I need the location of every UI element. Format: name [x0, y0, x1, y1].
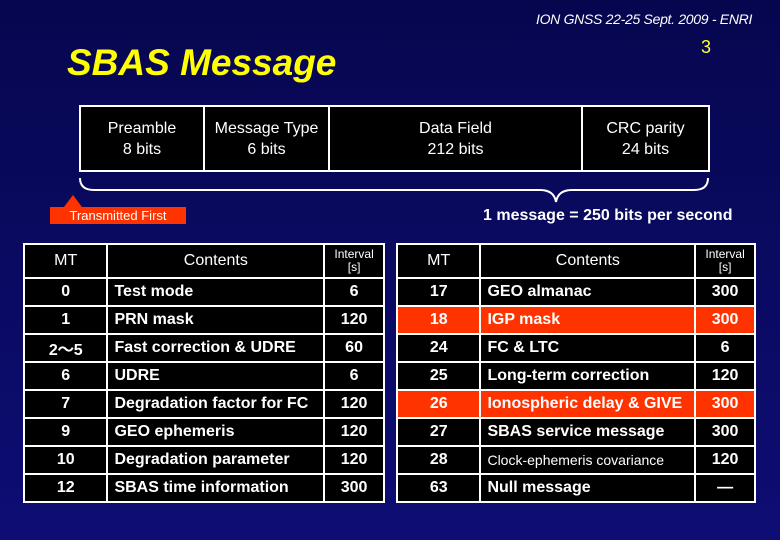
cell-contents: Clock-ephemeris covariance: [479, 445, 697, 475]
table-header-row: MT Contents Interval [s]: [395, 243, 756, 279]
cell-mt: 25: [395, 361, 482, 391]
table-row: 0 Test mode 6: [22, 277, 385, 307]
table-row: 17 GEO almanac 300: [395, 277, 756, 307]
header-contents: Contents: [106, 243, 326, 279]
header-mt: MT: [22, 243, 109, 279]
table-row: 26 Ionospheric delay & GIVE 300: [395, 389, 756, 419]
cell-interval: —: [694, 473, 756, 503]
cell-mt: 9: [22, 417, 109, 447]
cell-mt: 17: [395, 277, 482, 307]
cell-contents: Degradation parameter: [106, 445, 326, 475]
cell-mt: 27: [395, 417, 482, 447]
message-type-table-right: MT Contents Interval [s] 17 GEO almanac 300…: [395, 243, 756, 503]
cell-contents: Ionospheric delay & GIVE: [479, 389, 697, 419]
cell-interval: 300: [694, 305, 756, 335]
rate-note: 1 message = 250 bits per second: [483, 207, 733, 224]
cell-contents: SBAS time information: [106, 473, 326, 503]
transmitted-first-arrow-icon: [64, 195, 82, 207]
cell-contents: GEO almanac: [479, 277, 697, 307]
cell-mt: 28: [395, 445, 482, 475]
cell-interval: 120: [323, 445, 385, 475]
cell-mt: 2～5: [22, 333, 109, 363]
cell-mt: 18: [395, 305, 482, 335]
frame-field-data: Data Field 212 bits: [328, 105, 583, 172]
table-row: 25 Long-term correction 120: [395, 361, 756, 391]
cell-contents: Test mode: [106, 277, 326, 307]
table-row: 27 SBAS service message 300: [395, 417, 756, 447]
cell-mt: 24: [395, 333, 482, 363]
cell-interval: 6: [694, 333, 756, 363]
cell-interval: 120: [323, 389, 385, 419]
cell-interval: 6: [323, 277, 385, 307]
frame-field-message-type: Message Type 6 bits: [203, 105, 330, 172]
cell-interval: 120: [323, 417, 385, 447]
cell-mt: 10: [22, 445, 109, 475]
conference-label: ION GNSS 22-25 Sept. 2009 - ENRI: [536, 11, 753, 27]
cell-mt: 1: [22, 305, 109, 335]
cell-contents: GEO ephemeris: [106, 417, 326, 447]
field-name: CRC parity: [606, 119, 685, 137]
cell-contents: UDRE: [106, 361, 326, 391]
cell-contents: FC & LTC: [479, 333, 697, 363]
cell-interval: 300: [694, 277, 756, 307]
slide-number: 3: [701, 37, 712, 57]
table-row: 1 PRN mask 120: [22, 305, 385, 335]
cell-contents: Degradation factor for FC: [106, 389, 326, 419]
cell-mt: 26: [395, 389, 482, 419]
header-interval: Interval [s]: [323, 243, 385, 279]
field-bits: 24 bits: [621, 140, 670, 158]
header-contents: Contents: [479, 243, 697, 279]
cell-contents: Null message: [479, 473, 697, 503]
frame-brace: [79, 177, 709, 203]
table-row: 10 Degradation parameter 120: [22, 445, 385, 475]
cell-interval: 300: [323, 473, 385, 503]
table-row: 12 SBAS time information 300: [22, 473, 385, 503]
cell-contents: Fast correction & UDRE: [106, 333, 326, 363]
cell-interval: 300: [694, 417, 756, 447]
cell-interval: 120: [694, 361, 756, 391]
cell-interval: 120: [694, 445, 756, 475]
cell-interval: 120: [323, 305, 385, 335]
cell-interval: 300: [694, 389, 756, 419]
cell-contents: SBAS service message: [479, 417, 697, 447]
cell-mt: 12: [22, 473, 109, 503]
table-row: 24 FC & LTC 6: [395, 333, 756, 363]
cell-contents: IGP mask: [479, 305, 697, 335]
field-bits: 8 bits: [122, 140, 162, 158]
table-row: 63 Null message —: [395, 473, 756, 503]
header-mt: MT: [395, 243, 482, 279]
table-row: 28 Clock-ephemeris covariance 120: [395, 445, 756, 475]
message-type-table-left: MT Contents Interval [s] 0 Test mode 6 1 PRN …: [22, 243, 385, 503]
header-interval: Interval [s]: [694, 243, 756, 279]
cell-mt: 0: [22, 277, 109, 307]
page-title: SBAS Message: [67, 42, 337, 83]
field-name: Data Field: [419, 119, 492, 137]
field-name: Preamble: [107, 119, 177, 137]
frame-field-preamble: Preamble 8 bits: [79, 105, 205, 172]
table-header-row: MT Contents Interval [s]: [22, 243, 385, 279]
cell-contents: PRN mask: [106, 305, 326, 335]
cell-mt: 7: [22, 389, 109, 419]
cell-mt: 63: [395, 473, 482, 503]
transmitted-first-label: Transmitted First: [50, 207, 186, 224]
field-bits: 6 bits: [247, 140, 286, 158]
field-name: Message Type: [214, 119, 319, 137]
table-row: 18 IGP mask 300: [395, 305, 756, 335]
table-row: 7 Degradation factor for FC 120: [22, 389, 385, 419]
table-row: 2～5 Fast correction & UDRE 60: [22, 333, 385, 363]
frame-field-crc: CRC parity 24 bits: [581, 105, 710, 172]
cell-mt: 6: [22, 361, 109, 391]
cell-contents: Long-term correction: [479, 361, 697, 391]
field-bits: 212 bits: [427, 140, 484, 158]
table-row: 9 GEO ephemeris 120: [22, 417, 385, 447]
cell-interval: 60: [323, 333, 385, 363]
table-row: 6 UDRE 6: [22, 361, 385, 391]
cell-interval: 6: [323, 361, 385, 391]
